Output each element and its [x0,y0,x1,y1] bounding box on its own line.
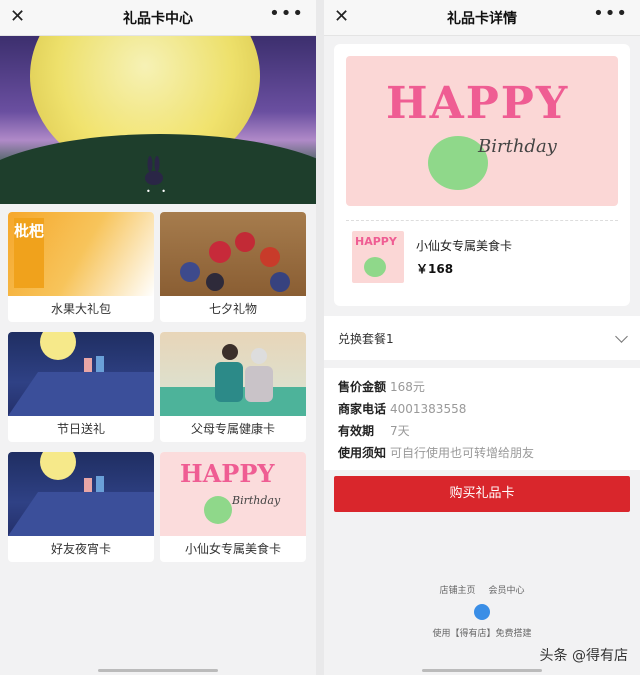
info-value: 168元 [390,380,425,394]
info-row-validity: 有效期 7天 [338,420,626,442]
product-summary: HAPPY 小仙女专属美食卡 ￥168 [346,231,618,283]
night-roof-image [8,332,154,416]
product-label: 水果大礼包 [50,302,111,316]
product-label: 好友夜宵卡 [50,542,111,556]
home-indicator [422,669,542,672]
info-value: 7天 [390,424,410,438]
info-key: 售价金额 [338,380,387,394]
gift-card-center-panel: ✕ 礼品卡中心 ••• • • 枇杷 水果大礼包 七夕礼物 节日送礼 父母专属健… [0,0,316,675]
more-icon[interactable]: ••• [593,3,628,24]
hero-birthday-text: Birthday [478,136,557,157]
close-icon[interactable]: ✕ [334,6,349,27]
carousel-dots[interactable]: • • [0,187,316,196]
product-price: ￥168 [416,262,454,276]
bear-icon [364,257,386,277]
product-card-fruit[interactable]: 枇杷 水果大礼包 [8,212,154,322]
product-grid: 枇杷 水果大礼包 七夕礼物 节日送礼 父母专属健康卡 好友夜宵卡 HAPPY B… [0,204,316,570]
moon-banner[interactable]: • • [0,36,316,204]
product-label: 节日送礼 [56,422,105,436]
birthday-image: HAPPY Birthday [160,452,306,536]
thumb-text: HAPPY [355,235,397,248]
chevron-down-icon [615,329,628,343]
footer: 店铺主页 会员中心 使用【得有店】免费搭建 [324,583,640,639]
spoons-image [160,212,306,296]
info-row-price: 售价金额 168元 [338,376,626,398]
birthday-illustration: HAPPY Birthday [180,459,281,524]
footer-note: 使用【得有店】免费搭建 [432,629,532,639]
info-row-phone: 商家电话 4001383558 [338,398,626,420]
product-card-holiday[interactable]: 节日送礼 [8,332,154,442]
night-roof-image [8,452,154,536]
product-thumbnail: HAPPY [352,231,404,283]
footer-link-store-home[interactable]: 店铺主页 [440,586,476,596]
page-title: 礼品卡详情 [447,10,517,27]
watermark: 头条 @得有店 [539,648,628,664]
top-bar: ✕ 礼品卡详情 ••• [324,0,640,36]
product-card-fairy-food[interactable]: HAPPY Birthday 小仙女专属美食卡 [160,452,306,562]
footer-link-member-center[interactable]: 会员中心 [488,586,524,596]
svg-text:HAPPY: HAPPY [180,459,275,488]
svg-text:Birthday: Birthday [231,494,281,507]
dashed-divider [346,220,618,221]
product-label: 父母专属健康卡 [190,422,275,436]
top-bar: ✕ 礼品卡中心 ••• [0,0,316,36]
more-icon[interactable]: ••• [269,3,304,24]
product-label: 小仙女专属美食卡 [184,542,281,556]
parents-image [160,332,306,416]
product-card-night-snack[interactable]: 好友夜宵卡 [8,452,154,562]
rabbit-icon [145,156,163,185]
card-preview: HAPPY Birthday HAPPY 小仙女专属美食卡 ￥168 [334,44,630,306]
parents-illustration [160,344,306,416]
product-name: 小仙女专属美食卡 [416,239,513,253]
rooftop-illustration [8,452,154,536]
buy-gift-card-button[interactable]: 购买礼品卡 [334,476,630,512]
card-info: 售价金额 168元 商家电话 4001383558 有效期 7天 使用须知 可自… [324,368,640,470]
info-value[interactable]: 4001383558 [390,398,466,420]
info-key: 使用须知 [338,446,387,460]
loquat-tag: 枇杷 [14,218,44,288]
page-title: 礼品卡中心 [123,10,193,27]
store-logo-icon [474,604,490,620]
package-label: 兑换套餐1 [338,331,394,346]
product-card-qixi[interactable]: 七夕礼物 [160,212,306,322]
product-label: 七夕礼物 [208,302,257,316]
package-selector[interactable]: 兑换套餐1 [324,316,640,360]
info-key: 有效期 [338,424,375,438]
birthday-hero-image: HAPPY Birthday [346,56,618,206]
hero-happy-text: HAPPY [386,78,570,129]
close-icon[interactable]: ✕ [10,6,25,27]
info-row-notice: 使用须知 可自行使用也可转增给朋友 [338,442,626,464]
fruit-image: 枇杷 [8,212,154,296]
home-indicator [98,669,218,672]
berries-illustration [180,232,290,292]
info-key: 商家电话 [338,402,387,416]
rooftop-illustration [8,332,154,416]
product-card-parents[interactable]: 父母专属健康卡 [160,332,306,442]
gift-card-detail-panel: ✕ 礼品卡详情 ••• HAPPY Birthday HAPPY 小仙女专属美食… [324,0,640,675]
info-value: 可自行使用也可转增给朋友 [390,446,535,460]
